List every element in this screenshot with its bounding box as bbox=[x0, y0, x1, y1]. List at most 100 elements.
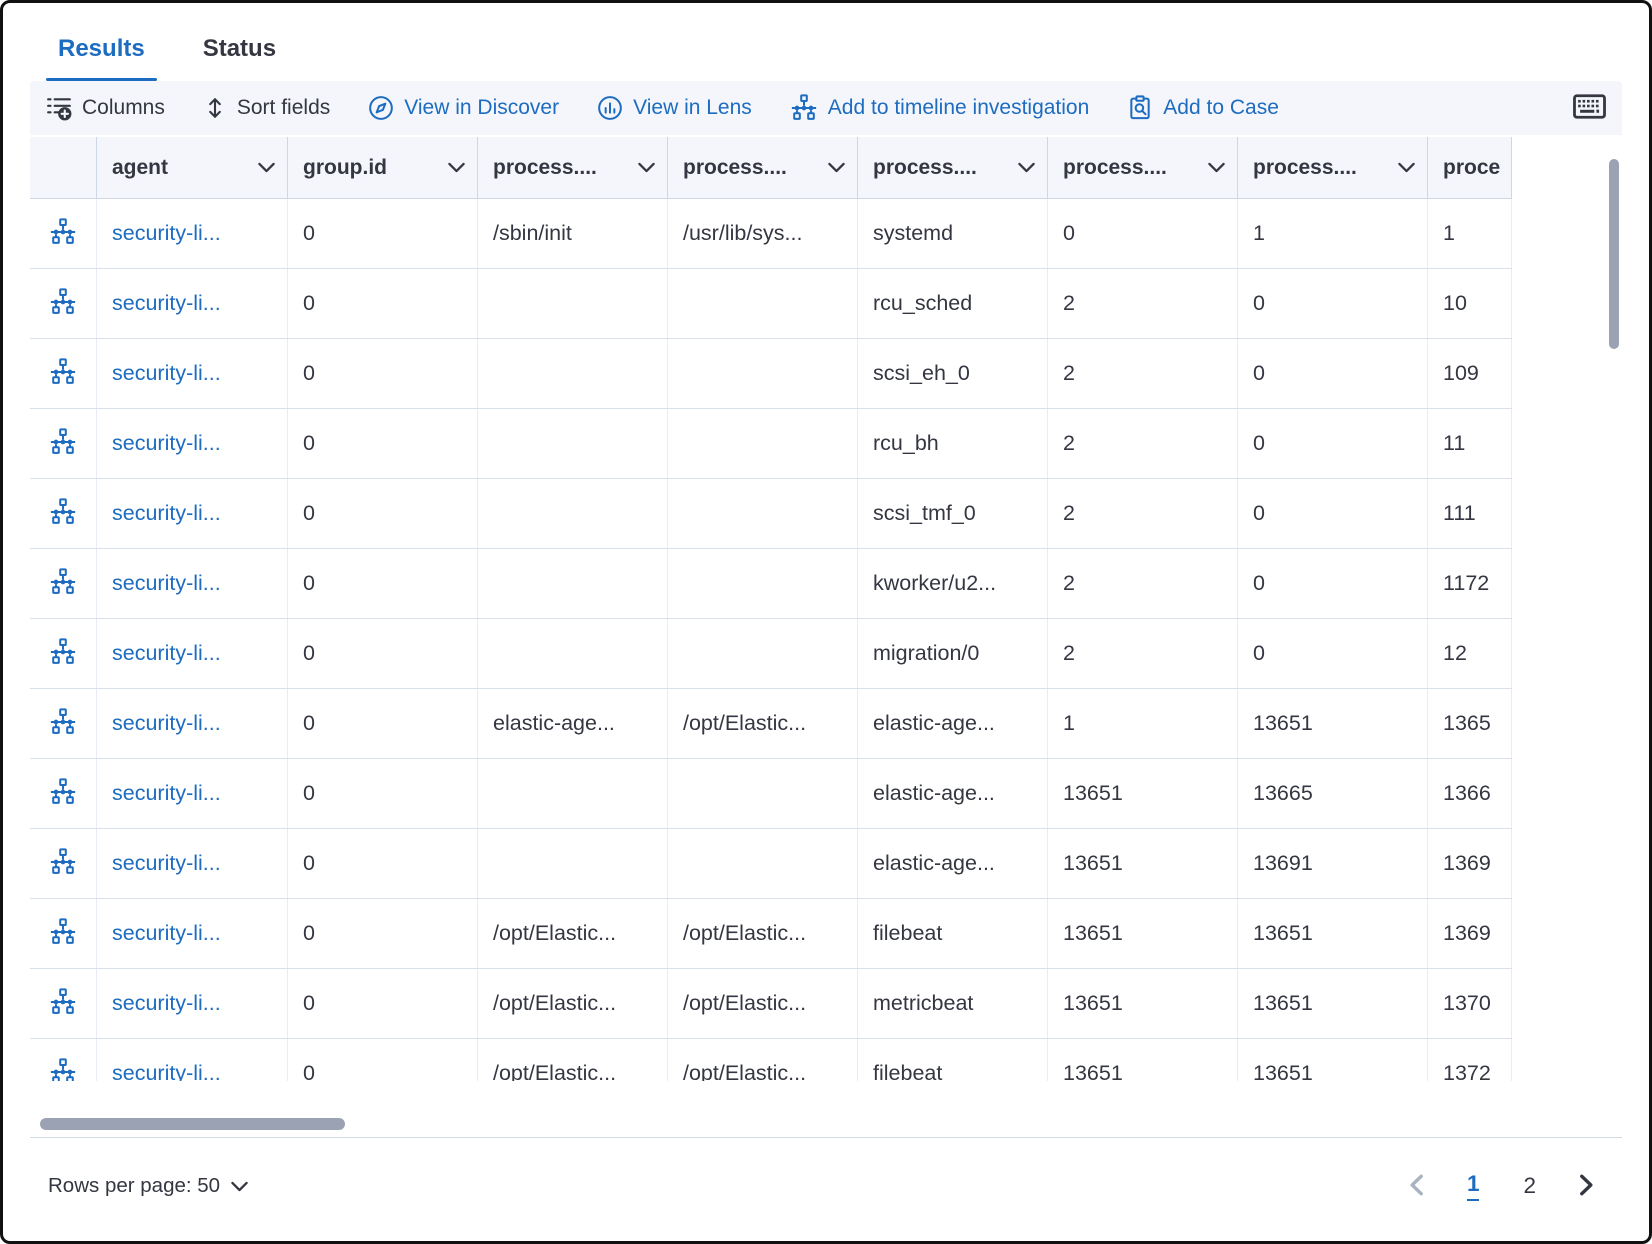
table-cell[interactable]: /usr/lib/sys... bbox=[668, 199, 858, 268]
table-cell[interactable]: 1370 bbox=[1428, 969, 1512, 1038]
open-in-timeline-button[interactable] bbox=[49, 778, 77, 809]
table-cell[interactable]: 0 bbox=[288, 619, 478, 688]
column-header-process[interactable]: process.... bbox=[478, 137, 668, 198]
table-cell[interactable]: 0 bbox=[1238, 479, 1428, 548]
table-cell[interactable] bbox=[668, 759, 858, 828]
table-cell[interactable]: 0 bbox=[288, 899, 478, 968]
table-cell[interactable]: 0 bbox=[1238, 339, 1428, 408]
table-cell[interactable]: /opt/Elastic... bbox=[478, 1039, 668, 1081]
open-in-timeline-button[interactable] bbox=[49, 988, 77, 1019]
agent-link[interactable]: security-li... bbox=[112, 781, 221, 806]
page-1-button[interactable]: 1 bbox=[1467, 1171, 1480, 1201]
column-header-proce[interactable]: proce bbox=[1428, 137, 1512, 198]
table-cell[interactable]: /opt/Elastic... bbox=[478, 899, 668, 968]
chevron-down-icon[interactable] bbox=[1208, 162, 1225, 173]
table-cell[interactable]: 0 bbox=[288, 479, 478, 548]
table-cell[interactable]: elastic-age... bbox=[858, 689, 1048, 758]
agent-link[interactable]: security-li... bbox=[112, 921, 221, 946]
table-cell[interactable] bbox=[668, 549, 858, 618]
open-in-timeline-button[interactable] bbox=[49, 358, 77, 389]
table-cell[interactable]: 13651 bbox=[1048, 829, 1238, 898]
agent-link[interactable]: security-li... bbox=[112, 711, 221, 736]
table-cell[interactable]: elastic-age... bbox=[478, 689, 668, 758]
open-in-timeline-button[interactable] bbox=[49, 708, 77, 739]
table-cell[interactable]: 1366 bbox=[1428, 759, 1512, 828]
table-cell[interactable]: 0 bbox=[288, 199, 478, 268]
table-cell[interactable]: 2 bbox=[1048, 619, 1238, 688]
table-cell[interactable]: 0 bbox=[288, 759, 478, 828]
table-cell[interactable]: /opt/Elastic... bbox=[668, 969, 858, 1038]
table-cell[interactable]: /opt/Elastic... bbox=[668, 689, 858, 758]
table-cell[interactable]: 0 bbox=[288, 269, 478, 338]
table-cell[interactable]: 1 bbox=[1428, 199, 1512, 268]
sort-fields-button[interactable]: Sort fields bbox=[203, 96, 330, 120]
table-cell[interactable]: 0 bbox=[288, 339, 478, 408]
table-cell[interactable]: 13651 bbox=[1238, 1039, 1428, 1081]
agent-link[interactable]: security-li... bbox=[112, 361, 221, 386]
table-cell[interactable]: 13651 bbox=[1238, 969, 1428, 1038]
chevron-down-icon[interactable] bbox=[1398, 162, 1415, 173]
table-cell[interactable]: 11 bbox=[1428, 409, 1512, 478]
table-cell[interactable] bbox=[478, 479, 668, 548]
open-in-timeline-button[interactable] bbox=[49, 218, 77, 249]
agent-link[interactable]: security-li... bbox=[112, 851, 221, 876]
table-cell[interactable]: elastic-age... bbox=[858, 829, 1048, 898]
table-cell[interactable]: rcu_sched bbox=[858, 269, 1048, 338]
chevron-down-icon[interactable] bbox=[448, 162, 465, 173]
open-in-timeline-button[interactable] bbox=[49, 428, 77, 459]
table-cell[interactable] bbox=[668, 339, 858, 408]
table-cell[interactable]: 1365 bbox=[1428, 689, 1512, 758]
table-cell[interactable]: 12 bbox=[1428, 619, 1512, 688]
column-header-process[interactable]: process.... bbox=[668, 137, 858, 198]
table-cell[interactable]: 1369 bbox=[1428, 899, 1512, 968]
rows-per-page-button[interactable]: Rows per page: 50 bbox=[48, 1174, 248, 1198]
chevron-down-icon[interactable] bbox=[828, 162, 845, 173]
table-cell[interactable] bbox=[478, 549, 668, 618]
table-cell[interactable]: 13651 bbox=[1048, 899, 1238, 968]
agent-link[interactable]: security-li... bbox=[112, 1061, 221, 1081]
open-in-timeline-button[interactable] bbox=[49, 848, 77, 879]
table-cell[interactable]: 13651 bbox=[1238, 689, 1428, 758]
table-cell[interactable]: migration/0 bbox=[858, 619, 1048, 688]
table-cell[interactable] bbox=[668, 619, 858, 688]
next-page-button[interactable] bbox=[1580, 1174, 1594, 1199]
table-cell[interactable]: 13665 bbox=[1238, 759, 1428, 828]
table-cell[interactable]: 0 bbox=[288, 829, 478, 898]
table-cell[interactable]: /opt/Elastic... bbox=[668, 1039, 858, 1081]
agent-link[interactable]: security-li... bbox=[112, 501, 221, 526]
open-in-timeline-button[interactable] bbox=[49, 638, 77, 669]
table-cell[interactable]: 0 bbox=[288, 1039, 478, 1081]
table-cell[interactable] bbox=[668, 479, 858, 548]
open-in-timeline-button[interactable] bbox=[49, 498, 77, 529]
table-cell[interactable]: 0 bbox=[1048, 199, 1238, 268]
open-in-timeline-button[interactable] bbox=[49, 288, 77, 319]
table-cell[interactable]: 1172 bbox=[1428, 549, 1512, 618]
table-cell[interactable] bbox=[668, 829, 858, 898]
table-cell[interactable] bbox=[478, 409, 668, 478]
open-in-timeline-button[interactable] bbox=[49, 918, 77, 949]
table-cell[interactable]: 0 bbox=[1238, 549, 1428, 618]
table-cell[interactable]: 13651 bbox=[1238, 899, 1428, 968]
column-header-group-id[interactable]: group.id bbox=[288, 137, 478, 198]
column-header-process[interactable]: process.... bbox=[1238, 137, 1428, 198]
page-2-button[interactable]: 2 bbox=[1523, 1173, 1536, 1199]
table-cell[interactable] bbox=[668, 269, 858, 338]
chevron-down-icon[interactable] bbox=[258, 162, 275, 173]
table-cell[interactable]: scsi_tmf_0 bbox=[858, 479, 1048, 548]
table-cell[interactable] bbox=[478, 829, 668, 898]
table-cell[interactable] bbox=[668, 409, 858, 478]
table-cell[interactable]: 0 bbox=[1238, 619, 1428, 688]
table-cell[interactable]: 1372 bbox=[1428, 1039, 1512, 1081]
column-header-process[interactable]: process.... bbox=[858, 137, 1048, 198]
agent-link[interactable]: security-li... bbox=[112, 431, 221, 456]
table-cell[interactable]: 2 bbox=[1048, 549, 1238, 618]
agent-link[interactable]: security-li... bbox=[112, 291, 221, 316]
table-cell[interactable] bbox=[478, 339, 668, 408]
table-cell[interactable]: 1369 bbox=[1428, 829, 1512, 898]
table-cell[interactable]: 0 bbox=[288, 969, 478, 1038]
table-cell[interactable]: 2 bbox=[1048, 409, 1238, 478]
table-cell[interactable]: filebeat bbox=[858, 1039, 1048, 1081]
agent-link[interactable]: security-li... bbox=[112, 991, 221, 1016]
table-cell[interactable]: scsi_eh_0 bbox=[858, 339, 1048, 408]
previous-page-button[interactable] bbox=[1409, 1174, 1423, 1199]
